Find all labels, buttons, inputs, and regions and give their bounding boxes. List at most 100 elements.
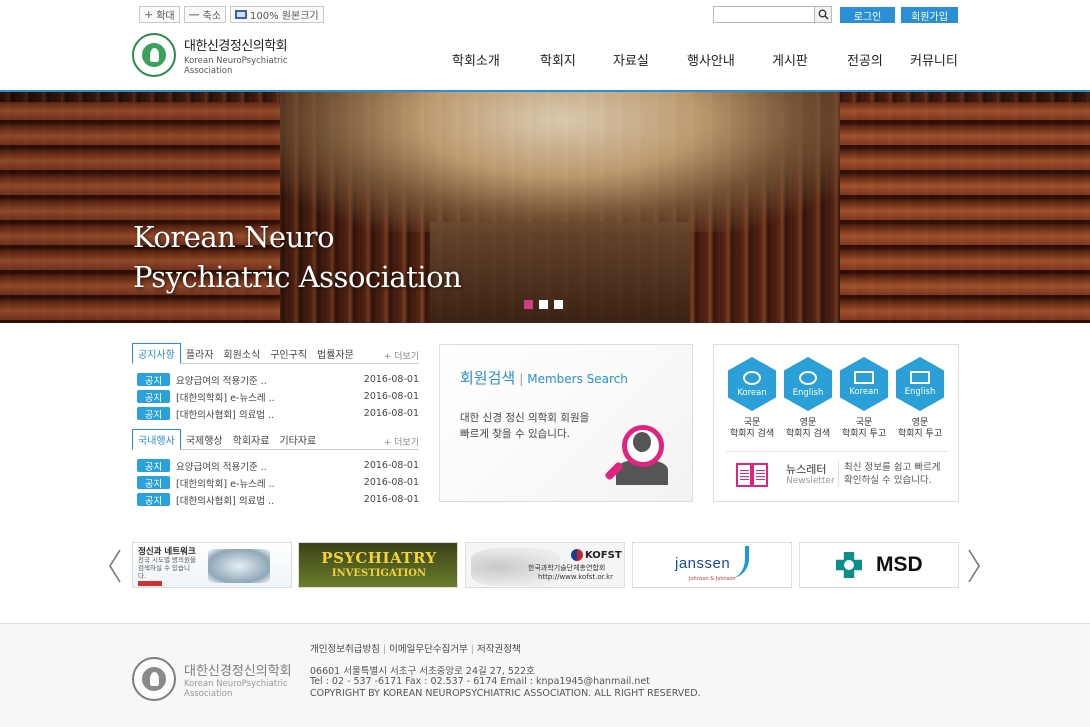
original-size-button[interactable]: 100% 원본크기 (230, 6, 324, 23)
banner-kofst[interactable]: KOFST 한국과학기술단체총연합회 http://www.kofst.or.k… (465, 542, 625, 588)
zoom-in-button[interactable]: + 확대 (139, 6, 180, 23)
slide-dot-3[interactable] (554, 300, 563, 309)
newsletter-icon[interactable] (734, 460, 770, 490)
logo-title: 대한신경정신의학회 (184, 38, 288, 54)
banner-psychiatric-network[interactable]: 정신과 네트워크 전국 시도별 병의원을 검색하실 수 있습니다. (132, 542, 292, 588)
hero-title: Korean Neuro Psychiatric Association (133, 220, 462, 294)
email-refusal-link[interactable]: 이메일무단수집거부 (389, 641, 468, 655)
carousel-prev-button[interactable] (108, 549, 122, 583)
tab-domestic-events[interactable]: 국내행사 (132, 429, 181, 450)
hero-banner: Korean Neuro Psychiatric Association (0, 92, 1090, 323)
privacy-policy-link[interactable]: 개인정보취급방침 (310, 641, 380, 655)
accessibility-toolbar: + 확대 — 축소 100% 원본크기 (139, 6, 324, 23)
tab-legal[interactable]: 법률자문 (312, 343, 359, 363)
nav-residents[interactable]: 전공의 (847, 50, 910, 69)
slide-dot-2[interactable] (539, 300, 548, 309)
site-logo[interactable]: 대한신경정신의학회 Korean NeuroPsychiatric Associ… (132, 33, 288, 77)
list-item[interactable]: 공지 [대한의학회] e-뉴스레 .. 2016-08-01 (132, 474, 419, 491)
copyright-policy-link[interactable]: 저작권정책 (477, 641, 521, 655)
tab-notice[interactable]: 공지사항 (132, 343, 181, 364)
journal-panel: Korean English Korean English 국문 학회지 검색 영… (713, 344, 959, 502)
banner-psychiatry-investigation[interactable]: PSYCHIATRY INVESTIGATION (298, 542, 458, 588)
tab-plaza[interactable]: 플라자 (181, 343, 219, 363)
minus-icon: — (188, 8, 200, 21)
list-item[interactable]: 공지 [대한의사협회] 의료법 .. 2016-08-01 (132, 405, 419, 422)
notice-badge: 공지 (137, 407, 170, 421)
newsletter-description: 최신 정보를 쉽고 빠르게 확인하실 수 있습니다. (844, 462, 941, 486)
monitor-icon (235, 10, 248, 19)
notice-badge: 공지 (137, 373, 170, 387)
list-item[interactable]: 공지 [대한의학회] e-뉴스레 .. 2016-08-01 (132, 388, 419, 405)
logo-subtitle-line2: Association (184, 65, 233, 76)
events-tabs: 국내행사 국제행상 학회자료 기타자료 + 더보기 (132, 429, 419, 450)
journal-caption[interactable]: 영문 학회지 검색 (779, 418, 837, 440)
slide-indicators (524, 300, 563, 309)
notice-date: 2016-08-01 (363, 408, 419, 419)
footer-address: 06601 서울특별시 서초구 서초중앙로 24길 27, 522호 (310, 666, 535, 677)
search-icon (818, 9, 829, 20)
notice-title[interactable]: 요양급여의 적용기준 .. (176, 459, 356, 473)
korean-journal-submit-button[interactable]: Korean (840, 357, 888, 411)
nav-about[interactable]: 학회소개 (452, 50, 540, 69)
footer-contact: Tel : 02 - 537 -6171 Fax : 02.537 - 6174… (310, 676, 650, 687)
plus-icon: + (144, 8, 154, 21)
tab-jobs[interactable]: 구인구직 (265, 343, 312, 363)
tab-international-events[interactable]: 국제행상 (181, 429, 228, 449)
korean-journal-search-button[interactable]: Korean (728, 357, 776, 411)
list-item[interactable]: 공지 [대한의사협회] 의료법 .. 2016-08-01 (132, 491, 419, 508)
slide-dot-1[interactable] (524, 300, 533, 309)
journal-caption[interactable]: 국문 학회지 검색 (723, 418, 781, 440)
monitor-icon (910, 371, 930, 384)
footer-copyright: COPYRIGHT BY KOREAN NEUROPSYCHIATRIC ASS… (310, 688, 701, 699)
newsletter-title[interactable]: 뉴스레터 (786, 461, 826, 477)
notice-tabs: 공지사항 플라자 회원소식 구인구직 법률자문 + 더보기 (132, 343, 419, 364)
nav-journal[interactable]: 학회지 (540, 50, 613, 69)
journal-caption[interactable]: 영문 학회지 투고 (891, 418, 949, 440)
events-panel: 국내행사 국제행상 학회자료 기타자료 + 더보기 공지 요양급여의 적용기준 … (132, 429, 419, 508)
nav-community[interactable]: 커뮤니티 (910, 50, 958, 69)
banner-janssen[interactable]: janssen Johnson & Johnson (632, 542, 792, 588)
search-button[interactable] (814, 7, 831, 22)
newsletter-subtitle: Newsletter (786, 476, 835, 486)
more-link[interactable]: + 더보기 (384, 349, 419, 362)
nav-events[interactable]: 행사안내 (687, 50, 772, 69)
journal-caption[interactable]: 국문 학회지 투고 (835, 418, 893, 440)
english-journal-search-button[interactable]: English (784, 357, 832, 411)
tab-member-news[interactable]: 회원소식 (218, 343, 265, 363)
notice-date: 2016-08-01 (363, 374, 419, 385)
nav-archive[interactable]: 자료실 (613, 50, 687, 69)
notice-title[interactable]: [대한의사협회] 의료법 .. (176, 493, 356, 507)
divider (726, 451, 948, 452)
chevron-right-icon (968, 549, 980, 583)
nav-board[interactable]: 게시판 (772, 50, 847, 69)
login-button[interactable]: 로그인 (840, 7, 895, 23)
tab-society-materials[interactable]: 학회자료 (228, 429, 275, 449)
carousel-next-button[interactable] (967, 549, 981, 583)
list-item[interactable]: 공지 요양급여의 적용기준 .. 2016-08-01 (132, 371, 419, 388)
notice-title[interactable]: [대한의학회] e-뉴스레 .. (176, 476, 356, 490)
zoom-out-button[interactable]: — 축소 (183, 6, 227, 23)
tab-other-materials[interactable]: 기타자료 (274, 429, 321, 449)
notice-badge: 공지 (137, 390, 170, 404)
list-item[interactable]: 공지 요양급여의 적용기준 .. 2016-08-01 (132, 457, 419, 474)
kofst-logo-icon (571, 549, 583, 561)
member-search-card[interactable]: 회원검색 | Members Search 대한 신경 정신 의학회 회원을 빠르게… (439, 344, 693, 502)
notice-title[interactable]: [대한의사협회] 의료법 .. (176, 407, 356, 421)
globe-icon (743, 370, 761, 385)
chevron-left-icon (109, 549, 121, 583)
notice-title[interactable]: [대한의학회] e-뉴스레 .. (176, 390, 356, 404)
footer-logo: 대한신경정신의학회 Korean NeuroPsychiatric Associ… (132, 657, 292, 701)
logo-subtitle-line1: Korean NeuroPsychiatric (184, 55, 288, 66)
notice-badge: 공지 (137, 493, 170, 507)
english-journal-submit-button[interactable]: English (896, 357, 944, 411)
banner-msd[interactable]: MSD (799, 542, 959, 588)
notice-title[interactable]: 요양급여의 적용기준 .. (176, 373, 356, 387)
globe-icon (799, 370, 817, 385)
main-navigation: 학회소개 학회지 자료실 행사안내 게시판 전공의 커뮤니티 (452, 50, 958, 69)
join-button[interactable]: 회원가입 (901, 7, 958, 23)
member-search-heading: 회원검색 | Members Search (460, 369, 628, 387)
more-link[interactable]: + 더보기 (384, 435, 419, 448)
association-emblem-icon (132, 33, 176, 77)
notice-badge: 공지 (137, 476, 170, 490)
search-input[interactable] (714, 7, 814, 22)
